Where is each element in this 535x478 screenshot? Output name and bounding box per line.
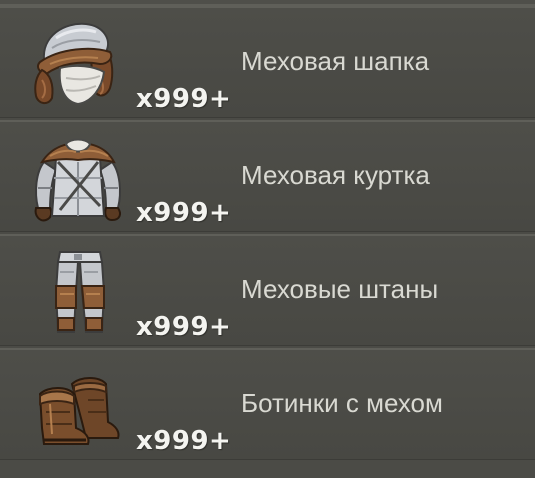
item-quantity: x999+ (136, 426, 232, 456)
item-quantity: x999+ (136, 312, 232, 342)
fur-boots-icon (38, 377, 120, 445)
list-item-fur-pants[interactable]: x999+ Меховые штаны (0, 234, 535, 346)
fur-jacket-icon (34, 138, 121, 222)
fur-pants-icon (54, 251, 106, 333)
item-name: Ботинки с мехом (241, 388, 443, 418)
item-name: Меховая шапка (241, 46, 430, 76)
item-name: Меховые штаны (241, 274, 439, 304)
list-item-fur-boots[interactable]: x999+ Ботинки с мехом (0, 348, 535, 460)
list-item-fur-jacket[interactable]: x999+ Меховая куртка (0, 120, 535, 232)
list-item-fur-hat[interactable]: x999+ Меховая шапка (0, 6, 535, 118)
item-quantity: x999+ (136, 198, 232, 228)
fur-hat-icon (34, 22, 114, 106)
inventory-list: x999+ Меховая шапка x999+ Меховая куртка… (0, 0, 535, 478)
item-name: Меховая куртка (241, 160, 430, 190)
item-quantity: x999+ (136, 84, 232, 114)
